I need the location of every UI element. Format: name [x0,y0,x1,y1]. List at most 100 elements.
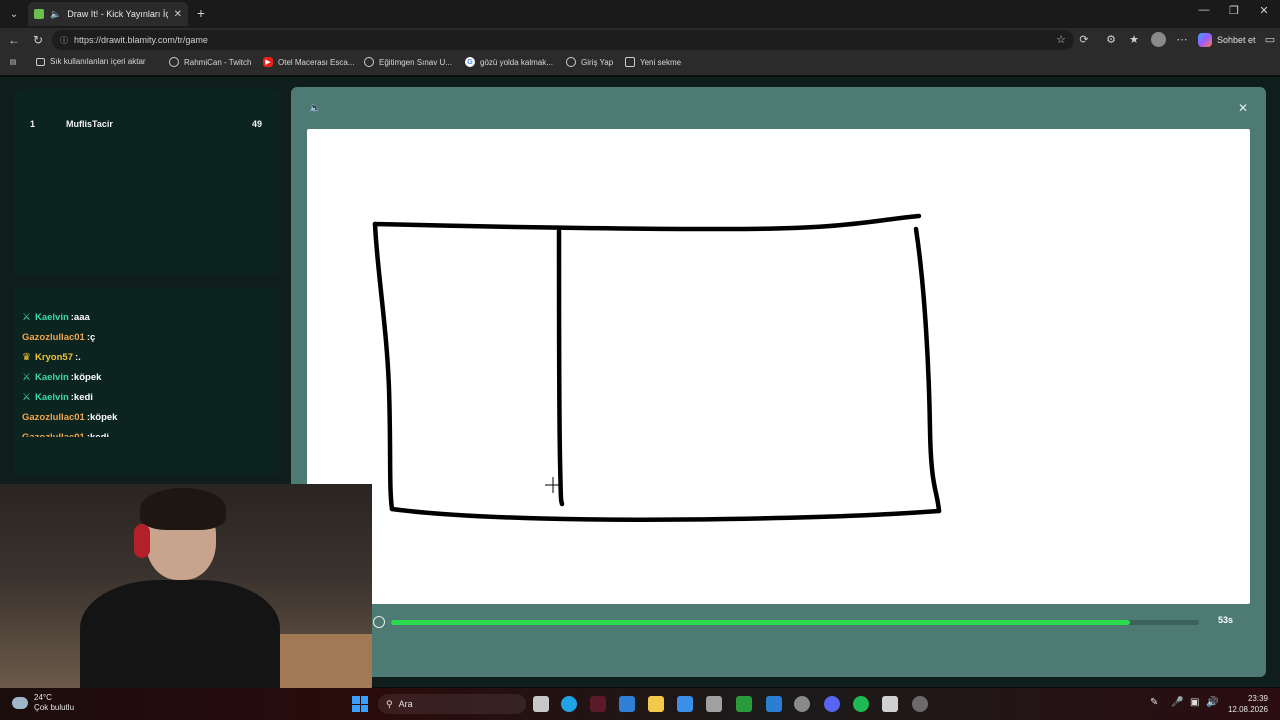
chat-text: :kedi [86,431,110,438]
drawing-strokes [372,213,942,522]
favorites-icon[interactable]: ★ [1126,33,1142,46]
site-icon [364,57,374,67]
url-text: https://drawit.blamity.com/tr/game [74,35,208,45]
timer-progress-fill [391,620,1131,625]
snipping-tool-icon[interactable] [882,696,898,712]
stroke-right [913,226,942,514]
app-icon[interactable] [590,696,606,712]
bookmark-label: Eğitimgen Sınav U... [379,57,452,67]
browser-tab-bar: ⌄ 🔈 Draw It! - Kick Yayınları İçin Ç ✕ +… [0,0,1280,28]
chat-message: ♛ Kryon57:. [22,347,272,367]
bookmark-gozu-yolda[interactable]: Ggözü yolda kalmak... [465,57,553,67]
settings-app-icon[interactable] [706,696,722,712]
leaderboard-player-name: MuflisTacir [66,119,113,129]
bookmark-egitimgen[interactable]: Eğitimgen Sınav U... [364,57,452,67]
chat-username[interactable]: Kryon57 [35,352,73,363]
sword-icon: ⚔ [22,391,31,403]
minimize-button[interactable]: — [1194,4,1214,16]
network-icon[interactable]: ▣ [1190,697,1199,708]
clock-date: 12.08.2026 [1227,705,1268,714]
bookmark-rahmican[interactable]: RahmiCan - Twitch [169,57,251,67]
drawing-canvas[interactable] [307,129,1250,604]
bookmark-label: Otel Macerası Esca... [278,57,355,67]
bookmark-label: Giriş Yap [581,57,614,67]
chat-message: Gazozlullac01:köpek [22,407,272,427]
browser-tab-active[interactable]: 🔈 Draw It! - Kick Yayınları İçin Ç ✕ [28,2,188,26]
chat-message: Gazozlullac01:kedi [22,427,272,438]
stroke-bottom [389,506,942,522]
tab-actions-menu-button[interactable]: ⌄ [4,4,24,24]
webcam-overlay [0,484,372,688]
chat-username[interactable]: Gazozlullac01 [22,332,85,343]
copilot-app-icon[interactable] [677,696,693,712]
chat-message: ⚔ Kaelvin:aaa [22,307,272,327]
pen-icon[interactable]: ✎ [1150,697,1158,708]
steam-icon[interactable] [912,696,928,712]
timer-progress-track [391,620,1199,625]
bookmark-giris-yap[interactable]: Giriş Yap [566,57,613,67]
window-close-button[interactable]: ✕ [1254,4,1274,17]
spotify-icon[interactable] [853,696,869,712]
weather-widget[interactable]: 24°C Çok bulutlu [12,693,74,713]
file-explorer-icon[interactable] [648,696,664,712]
chat-text: :köpek [70,371,102,383]
chat-text: :aaa [70,311,90,323]
timer-seconds: 53s [1217,615,1233,625]
restore-button[interactable]: ❐ [1224,4,1244,17]
leaderboard-score: 49 [251,119,262,129]
profile-avatar[interactable] [1151,32,1166,47]
chat-message-list[interactable]: ⚔ Kaelvin:aaa Gazozlullac01:ç ♛ Kryon57:. ⚔ Ka… [22,307,272,438]
sidebar-toggle-icon[interactable]: ▭ [1262,33,1278,46]
address-bar[interactable]: ⓘ https://drawit.blamity.com/tr/game ☆ [52,30,1074,50]
more-options-icon[interactable]: ⋯ [1174,33,1190,46]
copilot-chat-button[interactable]: Sohbet et [1198,31,1256,49]
stroke-top [372,213,922,232]
copilot-icon [1198,33,1212,47]
leaderboard-row: 1 MuflisTacir 49 [14,119,280,135]
chat-username[interactable]: Kaelvin [35,372,69,383]
sword-icon: ⚔ [22,371,31,383]
reading-list-icon[interactable]: ▤ [8,57,18,67]
store-icon[interactable] [619,696,635,712]
edge-icon[interactable] [561,696,577,712]
sound-toggle-icon[interactable]: 🔈 [309,103,321,114]
discord-icon[interactable] [824,696,840,712]
close-game-icon[interactable]: ✕ [1238,101,1248,115]
vscode-icon[interactable] [766,696,782,712]
site-info-icon[interactable]: ⓘ [60,35,68,46]
microphone-icon[interactable]: 🎤 [1171,697,1183,708]
page-icon [625,57,635,67]
volume-icon[interactable]: 🔊 [1206,697,1218,708]
refresh-button[interactable]: ↻ [30,32,46,48]
address-toolbar: ← ↻ ⓘ https://drawit.blamity.com/tr/game… [0,28,1280,52]
search-icon: ⚲ [386,698,393,709]
google-icon: G [465,57,475,67]
start-button[interactable] [352,696,368,712]
taskbar-clock[interactable]: 23:39 12.08.2026 [1228,693,1268,715]
tab-close-icon[interactable]: ✕ [174,9,182,20]
chat-panel: ⚔ Kaelvin:aaa Gazozlullac01:ç ♛ Kryon57:. ⚔ Ka… [14,287,280,475]
globe-icon [169,57,179,67]
copilot-label: Sohbet et [1217,35,1256,45]
favorite-star-icon[interactable]: ☆ [1056,33,1066,46]
task-view-icon[interactable] [533,696,549,712]
gear-icon[interactable] [794,696,810,712]
bookmark-label: RahmiCan - Twitch [184,57,252,67]
chat-username[interactable]: Gazozlullac01 [22,432,85,438]
chat-message: Gazozlullac01:ç [22,327,272,347]
bookmark-yeni-sekme[interactable]: Yeni sekme [625,57,681,67]
extensions-icon[interactable]: ⟳ [1076,33,1092,46]
globe-icon [566,57,576,67]
bookmark-import[interactable]: Sık kullanılanları içeri aktar [36,57,146,66]
back-button[interactable]: ← [6,32,22,48]
site-favicon-icon [34,9,44,19]
chat-username[interactable]: Gazozlullac01 [22,412,85,423]
xbox-icon[interactable] [736,696,752,712]
chat-username[interactable]: Kaelvin [35,312,69,323]
chat-username[interactable]: Kaelvin [35,392,69,403]
new-tab-button[interactable]: + [192,4,210,22]
browser-essentials-icon[interactable]: ⚙ [1103,33,1119,46]
bookmark-otel[interactable]: ▶ Otel Macerası Esca... [263,57,354,67]
taskbar-search[interactable]: ⚲ Ara [378,694,526,714]
speaker-icon[interactable]: 🔈 [50,9,61,20]
